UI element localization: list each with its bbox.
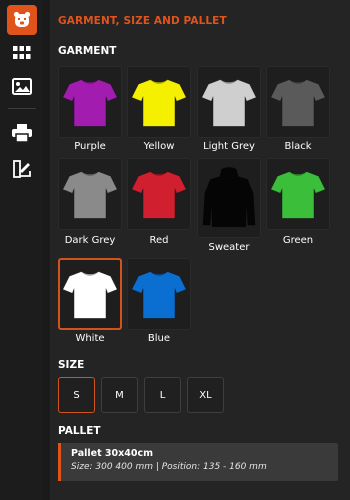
tshirt-icon: [270, 171, 326, 219]
tshirt-icon: [131, 79, 187, 127]
grid-apps-icon[interactable]: [7, 38, 37, 68]
main-panel: GARMENT, SIZE AND PALLET GARMENT Purple …: [50, 0, 350, 500]
garment-option-light-grey[interactable]: Light Grey: [197, 66, 261, 152]
tshirt-icon: [131, 271, 187, 319]
garment-thumbnail[interactable]: [58, 66, 122, 138]
tshirt-icon: [62, 171, 118, 219]
garment-label-white: White: [75, 333, 105, 344]
garment-option-purple[interactable]: Purple: [58, 66, 122, 152]
garment-label-purple: Purple: [74, 141, 106, 152]
size-selector: S M L XL: [58, 377, 338, 413]
garment-thumbnail[interactable]: [266, 158, 330, 230]
garment-label-dark-grey: Dark Grey: [64, 235, 116, 246]
size-option-xl[interactable]: XL: [187, 377, 224, 413]
garment-option-blue[interactable]: Blue: [127, 258, 191, 344]
garment-thumbnail[interactable]: [127, 66, 191, 138]
tshirt-icon: [62, 271, 118, 319]
sidebar: [0, 0, 43, 500]
garment-label: GARMENT: [58, 45, 117, 57]
garment-thumbnail[interactable]: [127, 258, 191, 330]
garment-option-dark-grey[interactable]: Dark Grey: [58, 158, 122, 246]
tshirt-icon: [62, 79, 118, 127]
panel-title: GARMENT, SIZE AND PALLET: [58, 15, 227, 27]
garment-option-red[interactable]: Red: [127, 158, 191, 246]
garment-label-green: Green: [282, 235, 314, 246]
hoodie-icon: [202, 166, 256, 228]
sidebar-separator: [8, 108, 36, 109]
garment-grid: Purple Yellow Light Grey Black Dark Grey…: [58, 66, 338, 346]
garment-thumbnail[interactable]: [127, 158, 191, 230]
garment-thumbnail[interactable]: [197, 158, 261, 238]
size-option-l[interactable]: L: [144, 377, 181, 413]
garment-thumbnail-selected[interactable]: [58, 258, 122, 330]
pallet-option[interactable]: Pallet 30x40cm Size: 300 400 mm | Positi…: [58, 443, 338, 481]
size-label: SIZE: [58, 359, 85, 371]
pallet-info: Size: 300 400 mm | Position: 135 - 160 m…: [71, 462, 267, 472]
pallet-label: PALLET: [58, 425, 101, 437]
garment-thumbnail[interactable]: [266, 66, 330, 138]
garment-label-light-grey: Light Grey: [203, 141, 255, 152]
bear-logo-icon[interactable]: [7, 5, 37, 35]
tshirt-icon: [270, 79, 326, 127]
garment-thumbnail[interactable]: [58, 158, 122, 230]
tshirt-icon: [131, 171, 187, 219]
garment-option-green[interactable]: Green: [266, 158, 330, 246]
panel-divider: [43, 0, 50, 500]
swatch-brush-icon[interactable]: [7, 154, 37, 184]
garment-option-black[interactable]: Black: [266, 66, 330, 152]
garment-label-black: Black: [284, 141, 312, 152]
garment-label-blue: Blue: [147, 333, 171, 344]
image-icon[interactable]: [7, 71, 37, 101]
garment-label-sweater: Sweater: [208, 242, 250, 253]
size-option-m[interactable]: M: [101, 377, 138, 413]
printer-icon[interactable]: [7, 118, 37, 148]
garment-thumbnail[interactable]: [197, 66, 261, 138]
garment-option-white[interactable]: White: [58, 258, 122, 344]
garment-label-red: Red: [149, 235, 169, 246]
size-option-s[interactable]: S: [58, 377, 95, 413]
garment-option-yellow[interactable]: Yellow: [127, 66, 191, 152]
pallet-name: Pallet 30x40cm: [71, 448, 154, 459]
garment-option-sweater[interactable]: Sweater: [197, 158, 261, 253]
garment-label-yellow: Yellow: [143, 141, 175, 152]
tshirt-icon: [201, 79, 257, 127]
